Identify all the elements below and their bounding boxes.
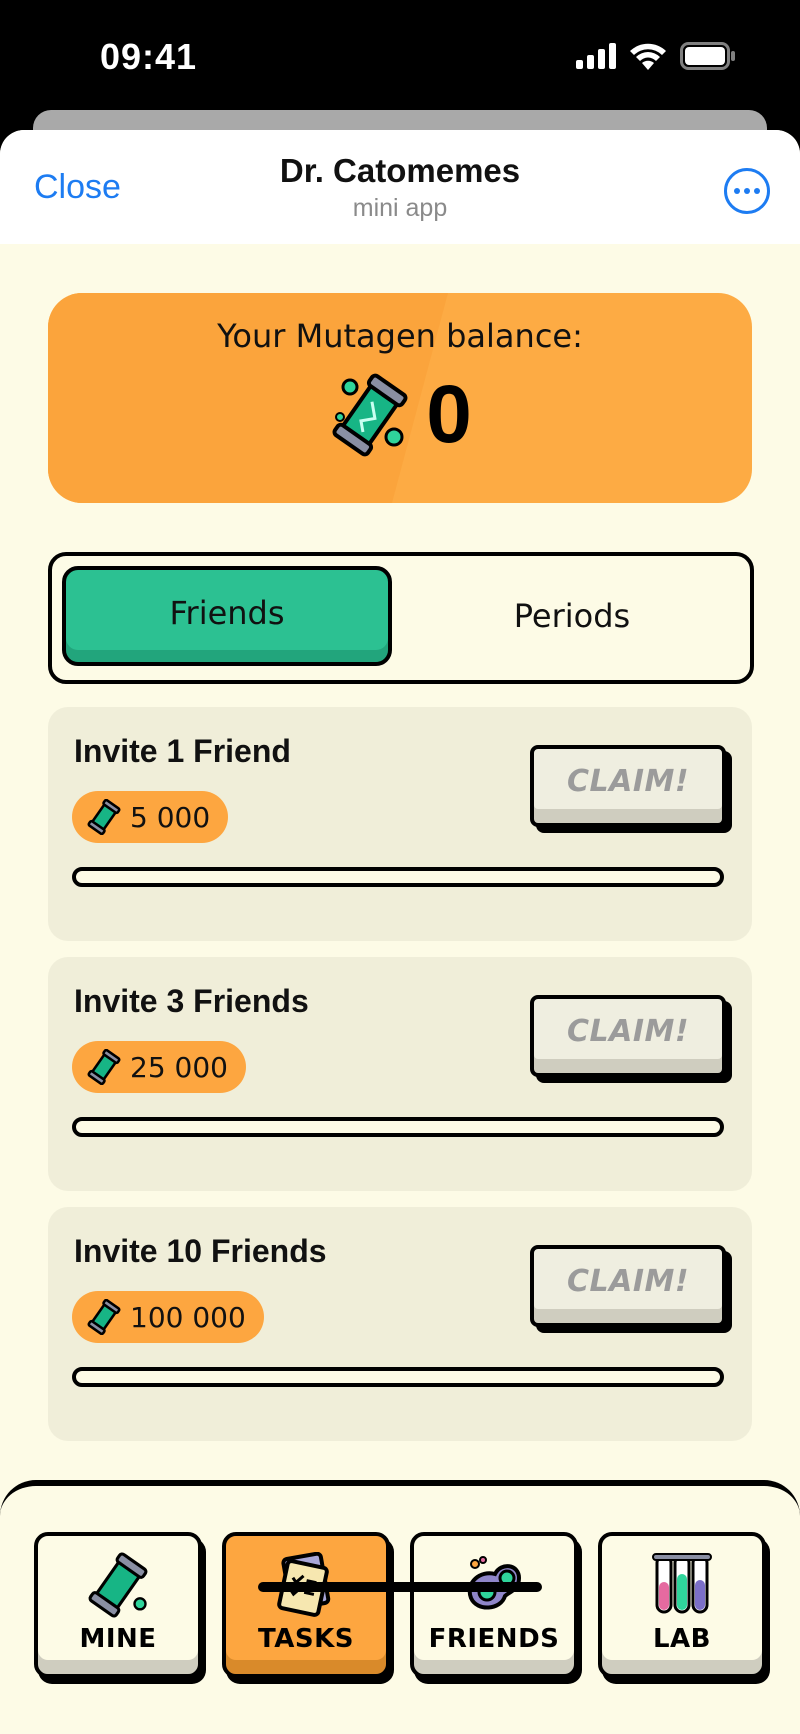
tab-periods[interactable]: Periods <box>402 566 742 666</box>
balance-value: 0 <box>426 369 472 460</box>
nav-mine-label: MINE <box>79 1624 157 1654</box>
status-time: 09:41 <box>100 36 198 77</box>
nav-friends-label: FRIENDS <box>428 1624 560 1654</box>
nav-lab-label: LAB <box>652 1624 711 1654</box>
mini-app-sheet: Close Dr. Catomemes mini app Your Mutage… <box>0 130 800 1734</box>
balance-card: Your Mutagen balance: 0 <box>48 293 752 503</box>
status-bar: 09:41 <box>0 0 800 110</box>
reward-badge: 5 000 <box>72 791 229 843</box>
task-progress-bar <box>72 867 724 887</box>
bottom-nav: MINE TASKS FRIENDS LAB <box>0 1480 800 1734</box>
app-subtitle: mini app <box>352 194 448 222</box>
mutagen-capsule-icon <box>87 1049 121 1085</box>
battery-icon <box>680 42 735 70</box>
reward-amount: 100 000 <box>130 1300 246 1334</box>
nav-tasks-label: TASKS <box>258 1624 354 1654</box>
test-tubes-icon <box>652 1553 712 1614</box>
nav-tasks-button[interactable]: TASKS <box>222 1532 390 1678</box>
task-title: Invite 1 Friend <box>74 733 291 769</box>
app-header: Close Dr. Catomemes mini app <box>0 130 800 244</box>
task-card: Invite 1 Friend 5 000 CLAIM! <box>48 707 752 941</box>
more-options-button[interactable] <box>724 168 770 214</box>
reward-badge: 25 000 <box>72 1041 246 1093</box>
tab-friends[interactable]: Friends <box>62 566 392 666</box>
claim-button[interactable]: CLAIM! <box>530 995 726 1077</box>
status-icons <box>576 42 736 70</box>
mutagen-capsule-icon <box>87 1299 121 1335</box>
reward-amount: 25 000 <box>130 1050 228 1084</box>
task-card: Invite 3 Friends 25 000 CLAIM! <box>48 957 752 1191</box>
balance-label: Your Mutagen balance: <box>217 317 583 355</box>
task-title: Invite 3 Friends <box>74 983 309 1019</box>
task-card: Invite 10 Friends 100 000 CLAIM! <box>48 1207 752 1441</box>
nav-mine-button[interactable]: MINE <box>34 1532 202 1678</box>
home-indicator[interactable] <box>258 1582 542 1592</box>
app-title: Dr. Catomemes <box>279 152 521 189</box>
reward-amount: 5 000 <box>130 800 211 834</box>
nav-lab-button[interactable]: LAB <box>598 1532 766 1678</box>
mutagen-capsule-icon <box>332 373 408 457</box>
claim-button[interactable]: CLAIM! <box>530 1245 726 1327</box>
task-tabs: Friends Periods <box>48 552 754 684</box>
task-title: Invite 10 Friends <box>74 1233 327 1269</box>
more-dots-icon <box>734 188 740 194</box>
claim-button[interactable]: CLAIM! <box>530 745 726 827</box>
reward-badge: 100 000 <box>72 1291 264 1343</box>
task-progress-bar <box>72 1367 724 1387</box>
nav-friends-button[interactable]: FRIENDS <box>410 1532 578 1678</box>
wifi-icon <box>630 43 666 70</box>
mutagen-capsule-icon <box>87 799 121 835</box>
task-progress-bar <box>72 1117 724 1137</box>
mutagen-capsule-icon <box>88 1552 148 1618</box>
signal-icon <box>576 43 616 69</box>
